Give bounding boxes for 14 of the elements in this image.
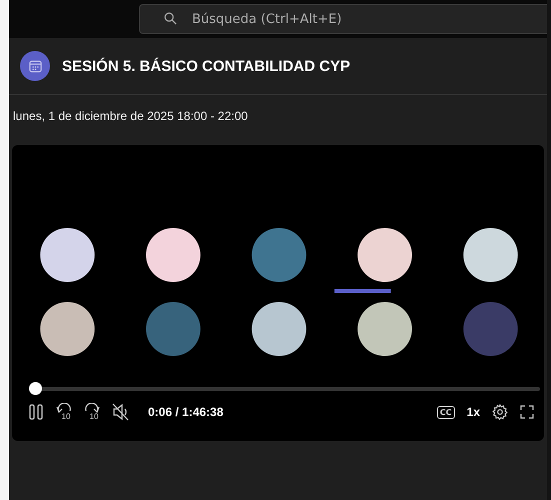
pause-button[interactable] <box>28 403 44 421</box>
forward-button[interactable]: 10 <box>84 403 100 421</box>
calendar-icon <box>20 51 50 81</box>
fullscreen-button[interactable] <box>520 405 534 419</box>
seek-handle[interactable] <box>28 382 42 395</box>
rewind-button[interactable]: 10 <box>56 403 72 421</box>
muted-speaker-button[interactable] <box>112 403 130 421</box>
captions-button[interactable]: CC <box>436 406 455 418</box>
search-field[interactable]: Búsqueda (Ctrl+Alt+E) <box>139 4 547 34</box>
meeting-datetime: lunes, 1 de diciembre de 2025 18:00 - 22:00 <box>12 108 249 125</box>
settings-button[interactable] <box>492 404 508 420</box>
meeting-title: SESIÓN 5. BÁSICO CONTABILIDAD CYP <box>62 58 350 74</box>
speed-button[interactable]: 1x <box>466 405 480 419</box>
playback-time: 0:06 / 1:46:38 <box>148 405 224 419</box>
